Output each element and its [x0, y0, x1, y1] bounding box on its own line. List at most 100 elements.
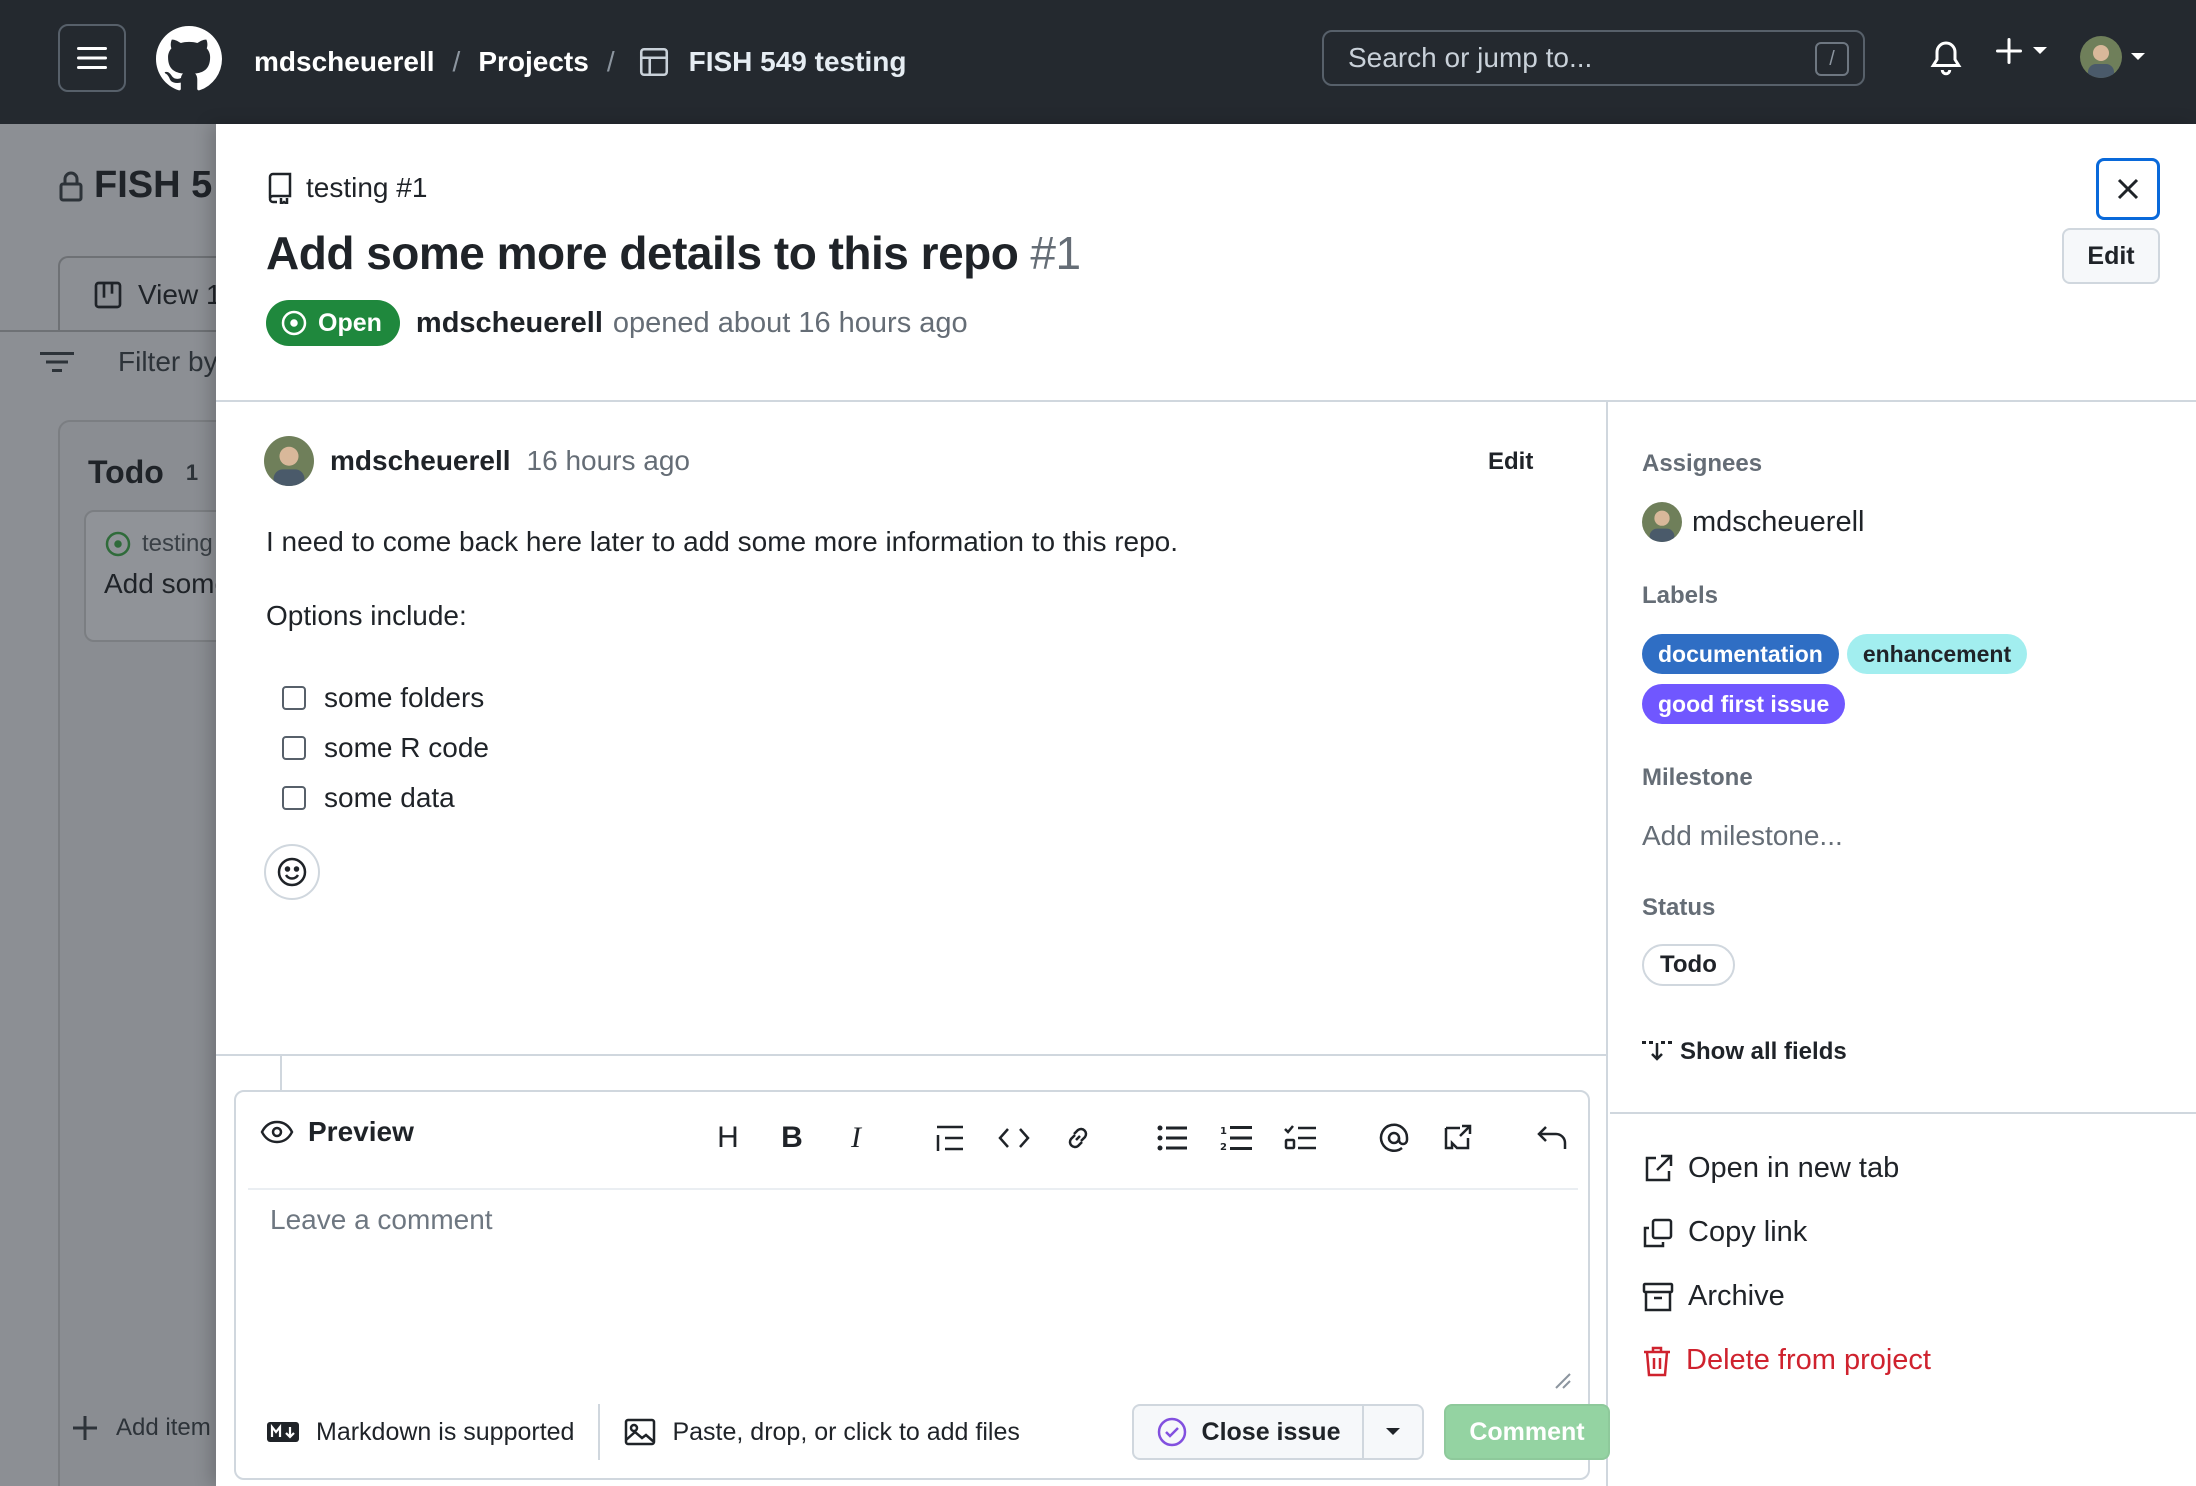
trash-icon	[1644, 1346, 1670, 1376]
task-checkbox[interactable]	[282, 785, 306, 810]
numbered-list-icon: 12	[1220, 1126, 1252, 1152]
close-issue-options-button[interactable]	[1364, 1404, 1424, 1460]
markdown-icon	[267, 1422, 299, 1442]
project-title-text: FISH 5	[94, 164, 213, 206]
bulleted-list-button[interactable]	[1140, 1108, 1204, 1168]
repo-reference[interactable]: testing #1	[266, 172, 427, 204]
issue-side-panel: testing #1 Add some more details to this…	[216, 124, 2196, 1486]
hamburger-menu-button[interactable]	[58, 24, 126, 92]
comment-timestamp[interactable]: 16 hours ago	[527, 445, 690, 477]
timeline-line	[280, 1056, 282, 1090]
breadcrumb-owner[interactable]: mdscheuerell	[254, 46, 435, 78]
open-in-new-tab-button[interactable]: Open in new tab	[1642, 1152, 1899, 1185]
mention-button[interactable]	[1362, 1108, 1426, 1168]
card-ref-text: testing	[142, 530, 213, 557]
eye-icon	[260, 1120, 294, 1144]
delete-from-project-label: Delete from project	[1686, 1344, 1931, 1376]
breadcrumb-project-name[interactable]: FISH 549 testing	[689, 46, 907, 78]
tab-divider	[0, 330, 216, 332]
delete-from-project-button[interactable]: Delete from project	[1642, 1344, 1931, 1377]
assignees-heading[interactable]: Assignees	[1642, 450, 1762, 478]
task-checkbox[interactable]	[282, 735, 306, 760]
edit-title-button[interactable]: Edit	[2062, 228, 2160, 284]
filter-bar[interactable]: Filter by	[40, 346, 216, 378]
archive-label: Archive	[1688, 1280, 1785, 1312]
notification-bell-icon[interactable]	[1928, 38, 1964, 78]
undo-icon	[1537, 1126, 1567, 1149]
issue-author[interactable]: mdscheuerell	[416, 307, 603, 340]
view-tab[interactable]: View 1	[58, 256, 216, 332]
bold-button[interactable]: B	[760, 1108, 824, 1168]
avatar[interactable]	[264, 436, 314, 486]
comment-text: I need to come back here later to add so…	[266, 526, 1179, 557]
search-shortcut-hint: /	[1815, 42, 1849, 76]
task-checkbox[interactable]	[282, 685, 306, 710]
status-field[interactable]: Todo	[1642, 944, 1735, 986]
comment-button[interactable]: Comment	[1444, 1404, 1610, 1460]
status-badge: Open	[266, 300, 400, 346]
edit-comment-button[interactable]: Edit	[1488, 448, 1533, 476]
reference-button[interactable]	[1426, 1108, 1490, 1168]
issue-title-text: Add some more details to this repo	[266, 227, 1019, 279]
assignee[interactable]: mdscheuerell	[1642, 502, 1864, 542]
close-issue-button[interactable]: Close issue	[1132, 1404, 1364, 1460]
search-placeholder: Search or jump to...	[1348, 42, 1593, 73]
breadcrumb-projects[interactable]: Projects	[478, 46, 589, 78]
add-milestone-field[interactable]: Add milestone...	[1642, 820, 1843, 852]
add-item-button[interactable]: Add item	[72, 1414, 211, 1442]
add-item-label: Add item	[116, 1414, 211, 1441]
archive-button[interactable]: Archive	[1642, 1280, 1785, 1313]
show-all-fields-button[interactable]: Show all fields	[1642, 1038, 1847, 1066]
copy-link-button[interactable]: Copy link	[1642, 1216, 1807, 1249]
label-documentation[interactable]: documentation	[1642, 634, 1839, 674]
italic-icon: I	[851, 1121, 861, 1154]
italic-button[interactable]: I	[824, 1108, 888, 1168]
caret-down-icon	[2131, 53, 2145, 60]
status-heading: Status	[1642, 894, 1716, 921]
label-enhancement[interactable]: enhancement	[1846, 634, 2028, 674]
board-card[interactable]: testing Add some	[84, 510, 216, 642]
close-panel-button[interactable]	[2096, 158, 2160, 220]
cross-reference-icon	[1444, 1124, 1472, 1150]
breadcrumb: mdscheuerell / Projects / FISH 549 testi…	[254, 0, 906, 124]
tab-preview[interactable]: Preview	[260, 1116, 414, 1148]
markdown-help-link[interactable]: Markdown is supported	[266, 1418, 574, 1447]
show-all-fields-label: Show all fields	[1680, 1038, 1847, 1065]
numbered-list-button[interactable]: 12	[1204, 1108, 1268, 1168]
quote-button[interactable]	[918, 1108, 982, 1168]
heading-button[interactable]: H	[696, 1108, 760, 1168]
link-button[interactable]	[1046, 1108, 1110, 1168]
project-board-backdrop[interactable]: FISH 5 View 1 Filter by Todo 1 testing A…	[0, 124, 216, 1486]
repo-ref-text: testing #1	[306, 172, 428, 203]
open-in-new-tab-label: Open in new tab	[1688, 1152, 1900, 1184]
user-menu-dropdown[interactable]	[2080, 36, 2146, 78]
code-button[interactable]	[982, 1108, 1046, 1168]
task-label: some folders	[324, 681, 485, 713]
milestone-heading[interactable]: Milestone	[1642, 764, 1753, 792]
resize-handle-icon[interactable]	[1554, 1372, 1572, 1390]
attach-files-button[interactable]: Paste, drop, or click to add files	[624, 1417, 1020, 1447]
add-reaction-button[interactable]	[264, 844, 320, 900]
formatting-toolbar: H B I 12	[696, 1108, 1584, 1168]
breadcrumb-separator: /	[606, 46, 615, 77]
labels-heading[interactable]: Labels	[1642, 582, 1718, 610]
image-icon	[625, 1418, 656, 1446]
task-list-button[interactable]	[1268, 1108, 1332, 1168]
undo-button[interactable]	[1520, 1108, 1584, 1168]
card-title: Add some	[104, 568, 216, 599]
task-label: some R code	[324, 731, 489, 763]
search-input[interactable]: Search or jump to... /	[1322, 30, 1865, 86]
board-column-todo: Todo 1 testing Add some	[58, 420, 216, 1486]
create-new-dropdown[interactable]	[1994, 36, 2048, 66]
label-good-first-issue[interactable]: good first issue	[1642, 684, 1846, 724]
divider	[1610, 1112, 2196, 1114]
breadcrumb-separator: /	[452, 46, 461, 77]
comment-textarea[interactable]: Leave a comment	[270, 1204, 493, 1236]
card-reference: testing	[104, 530, 216, 558]
comment-author[interactable]: mdscheuerell	[330, 445, 511, 477]
close-issue-group: Close issue	[1132, 1404, 1424, 1460]
task-list-item: some R code	[282, 723, 1546, 773]
attach-note: Paste, drop, or click to add files	[672, 1417, 1020, 1446]
github-logo-icon[interactable]	[156, 26, 222, 92]
copy-icon	[1643, 1218, 1673, 1247]
